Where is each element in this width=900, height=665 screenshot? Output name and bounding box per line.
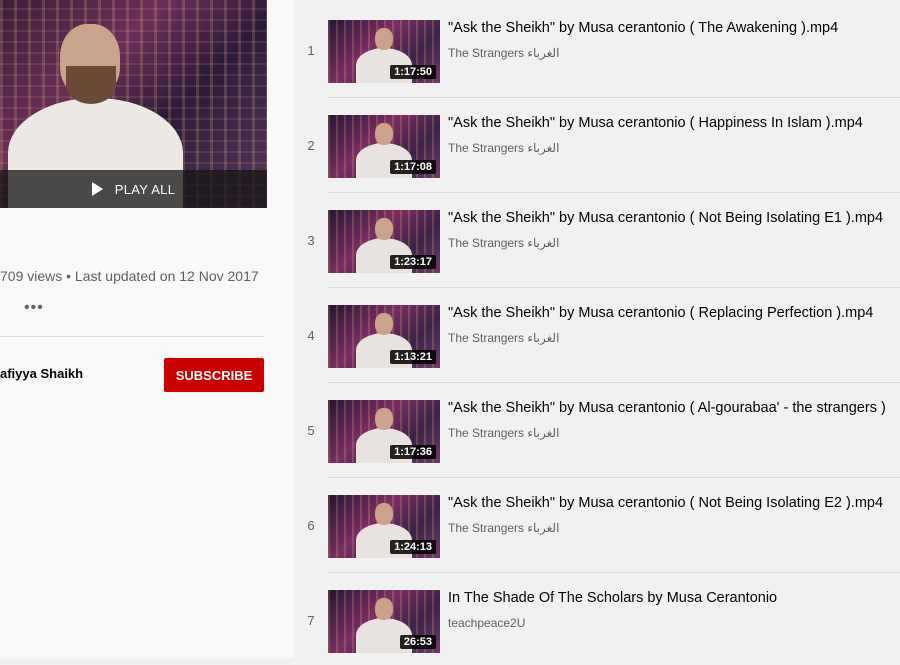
video-index: 5 [307, 423, 315, 438]
video-duration: 1:17:08 [390, 160, 436, 174]
playlist-row[interactable]: 2 1:17:08 "Ask the Sheikh" by Musa ceranto… [294, 95, 900, 193]
subscribe-button[interactable]: SUBSCRIBE [164, 358, 264, 392]
video-duration: 1:23:17 [390, 255, 436, 269]
video-index: 3 [307, 233, 315, 248]
playlist-row[interactable]: 4 1:13:21 "Ask the Sheikh" by Musa ceranto… [294, 285, 900, 383]
video-index: 6 [307, 518, 315, 533]
video-duration: 1:17:50 [390, 65, 436, 79]
playlist-row[interactable]: 1 1:17:50 "Ask the Sheikh" by Musa ceranto… [294, 0, 900, 98]
more-horiz-icon[interactable]: ••• [24, 299, 44, 317]
video-channel[interactable]: The Strangers الغرباء [448, 46, 559, 60]
video-index: 7 [307, 613, 315, 628]
video-thumbnail[interactable]: 26:53 [328, 590, 440, 653]
video-channel[interactable]: The Strangers الغرباء [448, 426, 559, 440]
video-title[interactable]: "Ask the Sheikh" by Musa cerantonio ( No… [448, 495, 900, 511]
video-channel[interactable]: The Strangers الغرباء [448, 141, 559, 155]
play-all-button[interactable]: PLAY ALL [0, 170, 267, 208]
playlist-row[interactable]: 6 1:24:13 "Ask the Sheikh" by Musa ceranto… [294, 475, 900, 573]
video-duration: 1:17:36 [390, 445, 436, 459]
play-icon [91, 182, 103, 196]
playlist-row[interactable]: 5 1:17:36 "Ask the Sheikh" by Musa ceranto… [294, 380, 900, 478]
play-all-label: PLAY ALL [114, 181, 176, 197]
video-title[interactable]: "Ask the Sheikh" by Musa cerantonio ( No… [448, 210, 900, 226]
video-duration: 1:24:13 [390, 540, 436, 554]
video-thumbnail[interactable]: 1:24:13 [328, 495, 440, 558]
video-title[interactable]: "Ask the Sheikh" by Musa cerantonio ( Al… [448, 400, 900, 416]
video-channel[interactable]: The Strangers الغرباء [448, 236, 559, 250]
video-title[interactable]: "Ask the Sheikh" by Musa cerantonio ( Re… [448, 305, 900, 321]
video-index: 1 [307, 43, 315, 58]
playlist-stats: 709 views • Last updated on 12 Nov 2017 [0, 268, 259, 284]
video-duration: 26:53 [399, 635, 436, 649]
video-index: 4 [307, 328, 315, 343]
video-thumbnail[interactable]: 1:17:08 [328, 115, 440, 178]
video-index: 2 [307, 138, 315, 153]
video-channel[interactable]: The Strangers الغرباء [448, 331, 559, 345]
playlist-row[interactable]: 3 1:23:17 "Ask the Sheikh" by Musa ceranto… [294, 190, 900, 288]
video-title[interactable]: "Ask the Sheikh" by Musa cerantonio ( Ha… [448, 115, 900, 131]
playlist-sidebar: PLAY ALL 709 views • Last updated on 12 … [0, 0, 294, 658]
video-thumbnail[interactable]: 1:17:50 [328, 20, 440, 83]
playlist-hero-thumbnail[interactable]: PLAY ALL [0, 0, 267, 208]
video-channel[interactable]: teachpeace2U [448, 616, 525, 630]
video-channel[interactable]: The Strangers الغرباء [448, 521, 559, 535]
playlist-row[interactable]: 7 26:53 In The Shade Of The Scholars by Mu… [294, 570, 900, 665]
video-duration: 1:13:21 [390, 350, 436, 364]
video-thumbnail[interactable]: 1:23:17 [328, 210, 440, 273]
video-thumbnail[interactable]: 1:13:21 [328, 305, 440, 368]
sidebar-divider [0, 336, 264, 337]
video-title[interactable]: In The Shade Of The Scholars by Musa Cer… [448, 590, 900, 606]
video-title[interactable]: "Ask the Sheikh" by Musa cerantonio ( Th… [448, 20, 900, 36]
playlist-owner-name[interactable]: afiyya Shaikh [0, 366, 83, 381]
video-thumbnail[interactable]: 1:17:36 [328, 400, 440, 463]
